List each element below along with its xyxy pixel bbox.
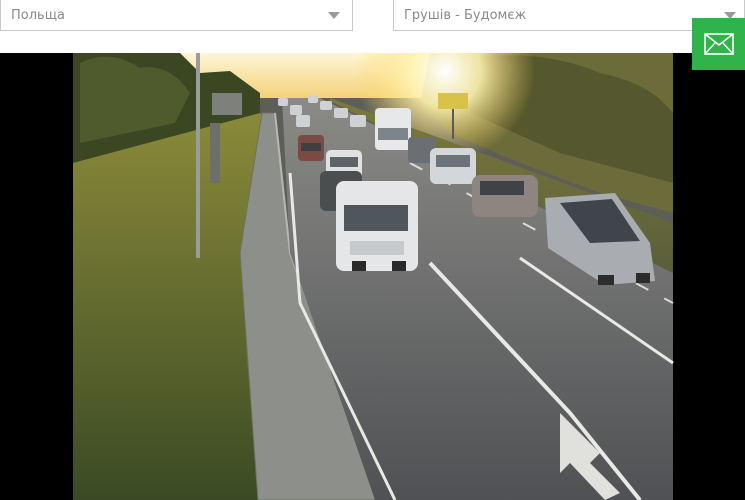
country-select[interactable]: Польща [0, 0, 353, 31]
envelope-icon [703, 33, 734, 55]
country-select-value: Польща [11, 8, 65, 23]
camera-feed [0, 53, 745, 500]
checkpoint-select-value: Грушів - Будомєж [404, 8, 527, 23]
camera-image [73, 53, 674, 500]
chevron-down-icon [328, 12, 340, 19]
mail-button[interactable] [692, 18, 745, 70]
